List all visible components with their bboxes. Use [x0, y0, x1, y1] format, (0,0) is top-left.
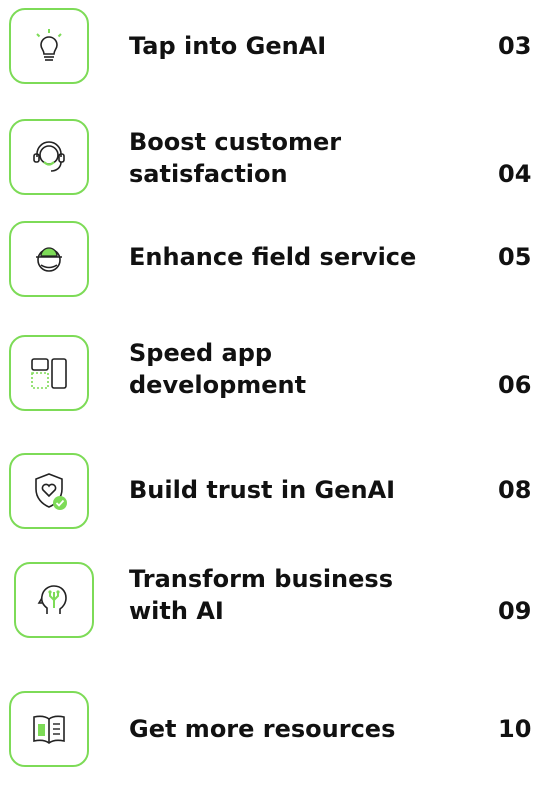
toc-item-boost-customer-satisfaction[interactable]: Boost customer satisfaction 04 [0, 110, 553, 210]
toc-item-label: Speed app development [129, 339, 307, 399]
toc-item-label: Transform business with AI [129, 565, 393, 625]
icon-frame [9, 119, 89, 195]
toc-item-label: Enhance field service [129, 243, 417, 271]
toc-item-transform-business-with-ai[interactable]: Transform business with AI 09 [0, 555, 553, 660]
toc-item-page-number: 04 [498, 160, 532, 188]
open-book-icon [33, 715, 65, 744]
app-layout-icon [31, 358, 67, 389]
toc-item-page-number: 08 [498, 476, 532, 504]
toc-item-tap-into-genai[interactable]: Tap into GenAI 03 [0, 0, 553, 90]
toc-item-label: Tap into GenAI [129, 32, 327, 60]
toc-item-label: Build trust in GenAI [129, 476, 396, 504]
toc-item-page-number: 05 [498, 243, 532, 271]
icon-frame [9, 8, 89, 84]
toc-item-build-trust-in-genai[interactable]: Build trust in GenAI 08 [0, 445, 553, 535]
toc-item-enhance-field-service[interactable]: Enhance field service 05 [0, 215, 553, 305]
toc-item-speed-app-development[interactable]: Speed app development 06 [0, 325, 553, 430]
toc-item-page-number: 03 [498, 32, 532, 60]
headset-agent-icon [33, 141, 65, 172]
hard-hat-worker-icon [36, 247, 62, 272]
icon-frame [9, 691, 89, 767]
shield-heart-check-icon [35, 473, 67, 510]
toc-item-page-number: 06 [498, 371, 532, 399]
toc-item-get-more-resources[interactable]: Get more resources 10 [0, 680, 553, 800]
toc-item-label: Get more resources [129, 715, 396, 743]
toc-item-page-number: 09 [498, 597, 532, 625]
lightbulb-icon [36, 29, 62, 61]
toc-item-page-number: 10 [498, 715, 532, 743]
toc-item-label: Boost customer satisfaction [129, 128, 342, 188]
icon-frame [9, 221, 89, 297]
icon-frame [9, 335, 89, 411]
icon-frame [9, 453, 89, 529]
ai-head-icon [37, 585, 67, 614]
icon-frame [14, 562, 94, 638]
